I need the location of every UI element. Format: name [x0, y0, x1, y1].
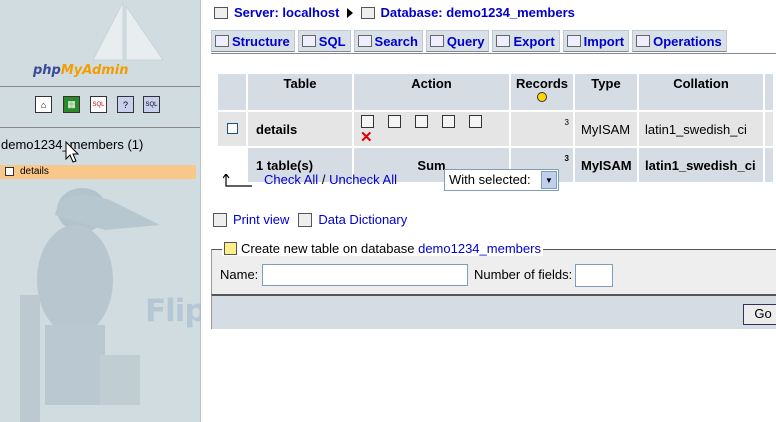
- tables-table: Table Action Records Type Collation deta…: [216, 72, 775, 184]
- number-of-fields-label: Number of fields:: [474, 267, 573, 282]
- header-records: Records: [511, 74, 573, 110]
- row-checkbox-cell: [218, 112, 246, 146]
- bulk-actions-bar: Check All / Uncheck All With selected: ▼: [223, 169, 763, 194]
- tab-sql-label: SQL: [318, 33, 346, 49]
- tab-search-label: Search: [374, 33, 418, 49]
- create-table-database-link[interactable]: demo1234_members: [418, 241, 541, 256]
- with-selected-select[interactable]: With selected: ▼: [444, 169, 559, 191]
- header-overflow: [765, 74, 773, 110]
- documentation-icon[interactable]: ?: [117, 96, 134, 113]
- breadcrumb: Server: localhost Database: demo1234_mem…: [214, 5, 575, 20]
- navigation-frame: phpMyAdmin ⌂ ▦ SQL ? SQL demo1234_member…: [0, 0, 201, 422]
- data-dictionary-link[interactable]: Data Dictionary: [318, 212, 407, 227]
- tab-import-label: Import: [583, 33, 625, 49]
- home-icon[interactable]: ⌂: [35, 96, 52, 113]
- query-icon: [429, 35, 444, 47]
- table-list-label: details: [20, 166, 49, 177]
- table-list-item-details[interactable]: details: [0, 165, 196, 179]
- drop-icon[interactable]: ✕: [360, 129, 373, 146]
- operations-icon: [636, 35, 651, 47]
- logo-myadmin-text: MyAdmin: [60, 63, 129, 78]
- number-of-fields-input[interactable]: [575, 264, 613, 287]
- structure-icon: [215, 35, 229, 47]
- search-action-icon[interactable]: [415, 114, 428, 128]
- logo-php-text: php: [33, 63, 61, 78]
- table-row: details ✕ 3 MyISAM latin1_swedish_ci: [218, 112, 773, 146]
- export-icon: [496, 35, 511, 47]
- table-header-row: Table Action Records Type Collation: [218, 74, 773, 110]
- sql-docs-icon[interactable]: SQL: [143, 96, 160, 113]
- table-name-input[interactable]: [262, 264, 468, 286]
- print-links: Print view Data Dictionary: [213, 212, 407, 227]
- browse-icon[interactable]: [361, 114, 374, 128]
- sailboat-logo-graphic: [92, 1, 164, 61]
- tab-sql[interactable]: SQL: [297, 30, 351, 52]
- create-table-legend-text: Create new table on database: [241, 241, 415, 256]
- select-arrow-icon: [223, 174, 252, 187]
- empty-icon[interactable]: [469, 114, 482, 128]
- print-view-link[interactable]: Print view: [233, 212, 289, 227]
- tab-operations-label: Operations: [653, 33, 722, 49]
- search-icon: [357, 35, 372, 47]
- row-actions: ✕: [354, 112, 509, 146]
- sql-tab-icon: [301, 35, 316, 47]
- print-icon: [213, 212, 227, 227]
- row-checkbox[interactable]: [226, 122, 238, 134]
- header-action: Action: [354, 74, 509, 110]
- create-table-legend: Create new table on database demo1234_me…: [222, 241, 543, 256]
- flipperhost-mascot-image: [20, 188, 160, 422]
- query-window-icon[interactable]: ▦: [63, 96, 80, 113]
- header-records-label: Records: [515, 76, 569, 91]
- uncheck-all-link[interactable]: Uncheck All: [329, 172, 397, 187]
- header-table: Table: [248, 74, 352, 110]
- import-icon: [566, 35, 581, 47]
- hint-bulb-icon[interactable]: [537, 92, 547, 102]
- database-icon: [360, 6, 375, 19]
- tab-export-label: Export: [513, 33, 555, 49]
- sql-icon[interactable]: SQL: [90, 96, 107, 113]
- main-frame: Server: localhost Database: demo1234_mem…: [201, 0, 776, 422]
- name-label: Name:: [220, 267, 259, 282]
- tab-operations[interactable]: Operations: [632, 30, 727, 52]
- data-dictionary-icon: [298, 212, 313, 227]
- summary-overflow: [765, 148, 773, 182]
- row-records: 3: [511, 112, 573, 146]
- breadcrumb-server[interactable]: Server: localhost: [234, 5, 340, 20]
- navigation-icon-bar: ⌂ ▦ SQL ? SQL: [0, 86, 200, 128]
- header-checkbox-cell: [218, 74, 246, 110]
- server-icon: [214, 6, 228, 19]
- tab-query[interactable]: Query: [425, 30, 490, 52]
- chevron-down-icon[interactable]: ▼: [541, 171, 557, 189]
- create-table-footer: Go: [211, 294, 776, 329]
- phpmyadmin-logo[interactable]: phpMyAdmin: [33, 63, 129, 78]
- row-collation: latin1_swedish_ci: [639, 112, 763, 146]
- row-table-name[interactable]: details: [248, 112, 352, 146]
- mouse-cursor-icon: [65, 141, 80, 163]
- breadcrumb-database[interactable]: Database: demo1234_members: [381, 5, 575, 20]
- header-collation: Collation: [639, 74, 763, 110]
- tab-export[interactable]: Export: [492, 30, 560, 52]
- header-type: Type: [575, 74, 637, 110]
- row-type: MyISAM: [575, 112, 637, 146]
- go-button[interactable]: Go: [743, 304, 776, 325]
- table-icon: [5, 167, 14, 176]
- tab-divider: [211, 53, 776, 54]
- check-all-link[interactable]: Check All: [264, 172, 318, 187]
- tab-query-label: Query: [446, 33, 485, 49]
- with-selected-value: With selected:: [449, 172, 531, 187]
- tab-structure[interactable]: Structure: [211, 30, 295, 52]
- tab-import[interactable]: Import: [562, 30, 630, 52]
- insert-icon[interactable]: [442, 114, 455, 128]
- new-table-icon: [224, 242, 237, 255]
- create-table-fieldset: Create new table on database demo1234_me…: [211, 241, 776, 294]
- tab-structure-label: Structure: [232, 33, 290, 49]
- structure-action-icon[interactable]: [388, 114, 401, 128]
- check-links: Check All / Uncheck All: [264, 172, 397, 187]
- tab-search[interactable]: Search: [353, 30, 423, 52]
- row-overflow: [765, 112, 773, 146]
- check-separator: /: [321, 172, 326, 187]
- breadcrumb-arrow-icon: [346, 7, 353, 18]
- tab-bar: Structure SQL Search Query Export Import…: [211, 30, 727, 52]
